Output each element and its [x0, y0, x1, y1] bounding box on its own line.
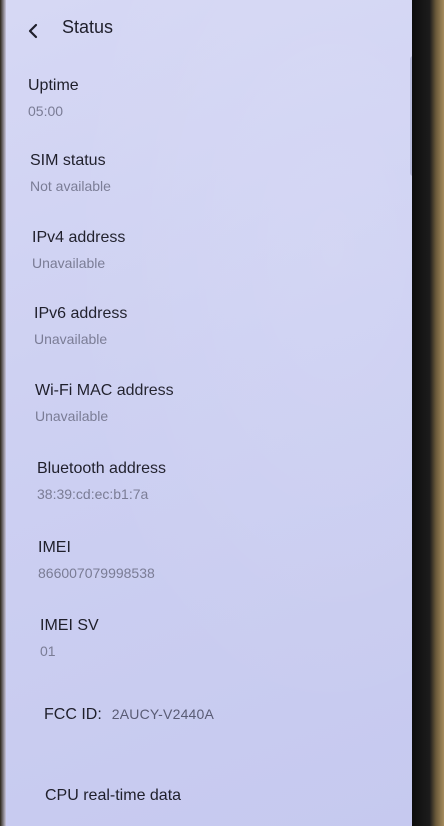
item-value: 01: [40, 643, 56, 659]
item-ipv6-address[interactable]: IPv6 address Unavailable: [34, 304, 394, 348]
fcc-id-label: FCC ID:: [44, 706, 102, 723]
item-title: IPv4 address: [32, 229, 126, 246]
item-value: 38:39:cd:ec:b1:7a: [37, 486, 149, 502]
item-title: IMEI SV: [40, 617, 99, 634]
fcc-id-value: 2AUCY-V2440A: [111, 706, 215, 722]
item-value: Not available: [30, 178, 111, 194]
back-button[interactable]: [20, 18, 46, 44]
item-uptime[interactable]: Uptime 05:00: [28, 76, 388, 120]
item-value: 05:00: [28, 103, 64, 119]
status-screen: Status Uptime 05:00 SIM status Not avail…: [6, 0, 416, 826]
item-cpu-real-time-data[interactable]: CPU real-time data: [45, 786, 405, 806]
item-value: Unavailable: [34, 331, 108, 347]
item-value: Unavailable: [35, 408, 109, 424]
item-title: Wi-Fi MAC address: [35, 382, 174, 399]
item-title: Uptime: [28, 77, 79, 94]
item-title: SIM status: [30, 152, 106, 169]
phone-photo: Status Uptime 05:00 SIM status Not avail…: [0, 0, 444, 826]
item-wifi-mac-address[interactable]: Wi-Fi MAC address Unavailable: [35, 381, 395, 425]
item-title: IPv6 address: [34, 305, 128, 322]
item-sim-status[interactable]: SIM status Not available: [30, 151, 390, 195]
item-value: 866007079998538: [38, 565, 155, 581]
item-imei-sv[interactable]: IMEI SV 01: [40, 616, 400, 660]
page-title: Status: [62, 17, 114, 37]
phone-bezel-right: [412, 0, 444, 826]
item-title: Bluetooth address: [37, 460, 166, 477]
header: Status: [6, 10, 414, 46]
chevron-left-icon: [28, 23, 38, 39]
item-bluetooth-address[interactable]: Bluetooth address 38:39:cd:ec:b1:7a: [37, 459, 397, 503]
fcc-id-row: FCC ID: 2AUCY-V2440A: [44, 706, 214, 724]
item-title: CPU real-time data: [45, 787, 182, 804]
item-title: IMEI: [38, 539, 71, 556]
item-value: Unavailable: [32, 255, 106, 271]
item-ipv4-address[interactable]: IPv4 address Unavailable: [32, 228, 392, 272]
item-imei[interactable]: IMEI 866007079998538: [38, 538, 398, 582]
